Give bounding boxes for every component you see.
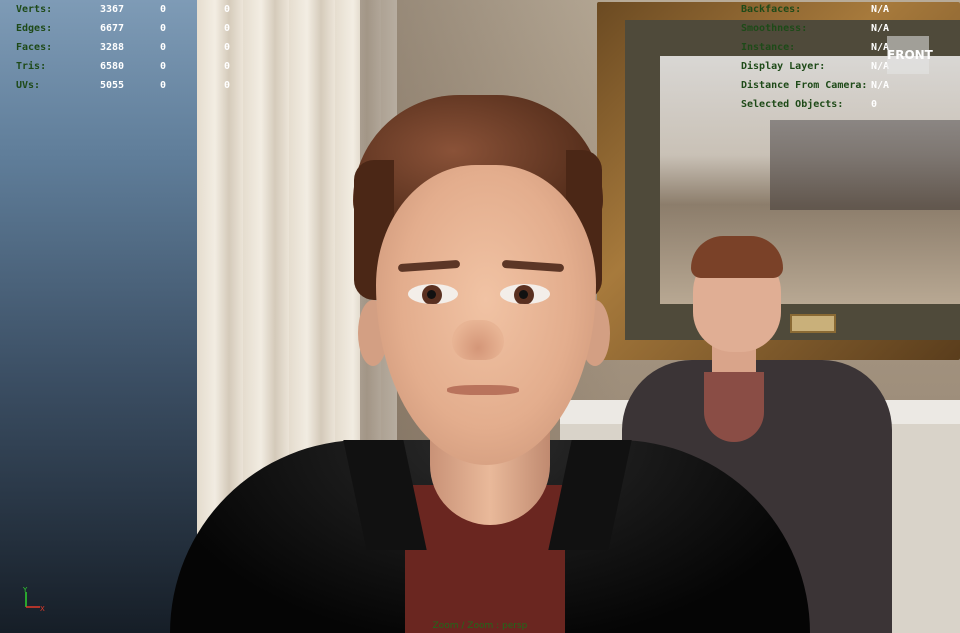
avatar-mouth (447, 385, 519, 395)
axis-gizmo-icon: Y X (22, 586, 45, 612)
hud-row-uvs: UVs: 5055 0 0 (16, 76, 264, 95)
hud-row-instance: Instance: N/A (741, 38, 889, 57)
hud-row-verts: Verts: 3367 0 0 (16, 0, 264, 19)
hud-label: Distance From Camera: (741, 80, 868, 91)
hud-row-smoothness: Smoothness: N/A (741, 19, 889, 38)
hud-label: Tris: (16, 61, 47, 72)
x-axis-label: X (40, 605, 45, 612)
hud-value: N/A (871, 4, 890, 15)
hud-label: UVs: (16, 80, 41, 91)
hud-label: Selected Objects: (741, 99, 844, 110)
hud-row-distance-from-camera: Distance From Camera: N/A (741, 76, 889, 95)
reference-photo-plaque (790, 314, 836, 333)
hud-value: 0 (224, 23, 231, 34)
poly-count-hud: Verts: 3367 0 0 Edges: 6677 0 0 Faces: 3… (16, 0, 264, 95)
hud-row-display-layer: Display Layer: N/A (741, 57, 889, 76)
reference-person-shirt (704, 372, 764, 442)
hud-label: Verts: (16, 4, 53, 15)
avatar-eye-right (500, 284, 550, 304)
reference-photo-painting-building (770, 120, 960, 210)
hud-label: Instance: (741, 42, 796, 53)
hud-value: N/A (871, 80, 890, 91)
hud-label: Backfaces: (741, 4, 802, 15)
avatar-eye-left (408, 284, 458, 304)
hud-value: 0 (160, 4, 167, 15)
hud-value: 0 (871, 99, 878, 110)
hud-value: 5055 (100, 80, 125, 91)
hud-label: Display Layer: (741, 61, 826, 72)
hud-row-faces: Faces: 3288 0 0 (16, 38, 264, 57)
hud-value: 6580 (100, 61, 125, 72)
hud-value: 0 (224, 80, 231, 91)
hud-value: 0 (224, 4, 231, 15)
hud-row-selected-objects: Selected Objects: 0 (741, 95, 889, 114)
hud-row-edges: Edges: 6677 0 0 (16, 19, 264, 38)
object-details-hud: Backfaces: N/A Smoothness: N/A Instance:… (741, 0, 889, 114)
hud-value: 0 (160, 80, 167, 91)
reference-person-hair (691, 236, 783, 278)
hud-value: 0 (224, 61, 231, 72)
y-axis-label: Y (22, 586, 28, 594)
view-cube-front[interactable]: FRONT (887, 36, 933, 74)
hud-value: 3367 (100, 4, 125, 15)
hud-label: Faces: (16, 42, 53, 53)
hud-row-tris: Tris: 6580 0 0 (16, 57, 264, 76)
hud-value: 0 (160, 61, 167, 72)
hud-value: 6677 (100, 23, 125, 34)
hud-label: Edges: (16, 23, 53, 34)
camera-status-text: Zoom / Zoom : persp (432, 621, 528, 631)
avatar-nose (452, 320, 504, 360)
hud-row-backfaces: Backfaces: N/A (741, 0, 889, 19)
hud-value: 0 (160, 23, 167, 34)
hud-label: Smoothness: (741, 23, 808, 34)
hud-value: 0 (160, 42, 167, 53)
viewport-3d[interactable]: Verts: 3367 0 0 Edges: 6677 0 0 Faces: 3… (0, 0, 960, 633)
hud-value: 0 (224, 42, 231, 53)
hud-value: 3288 (100, 42, 125, 53)
